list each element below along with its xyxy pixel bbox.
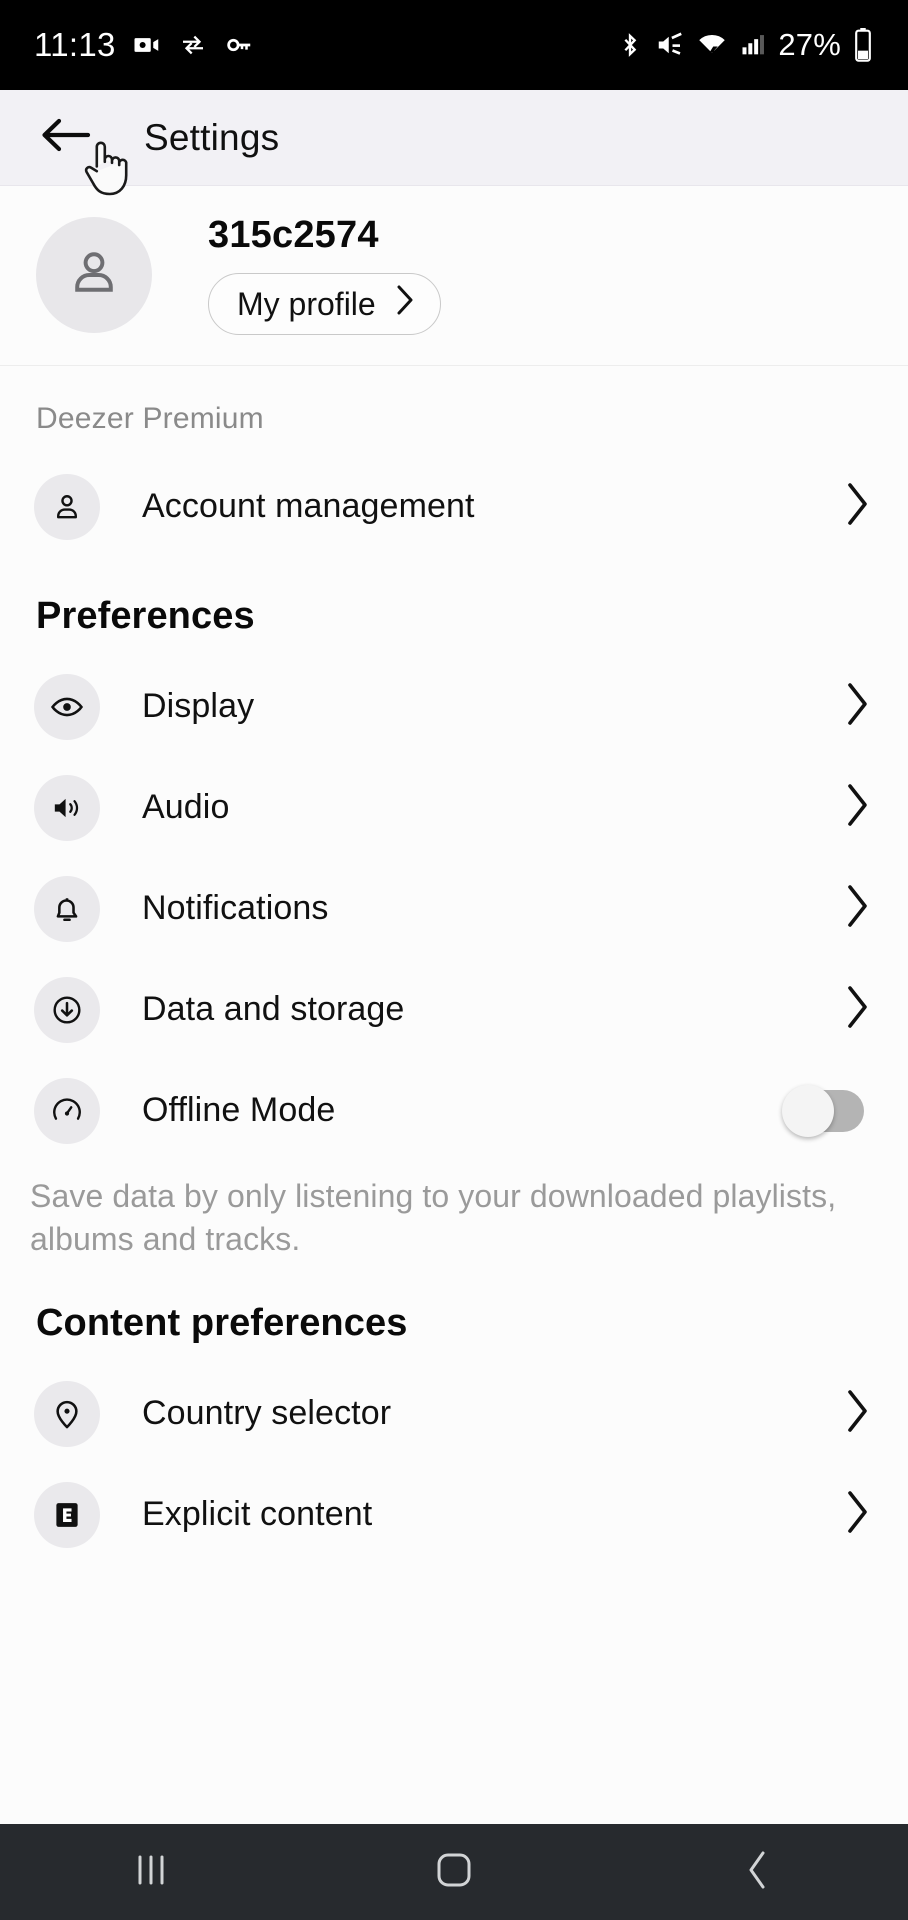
back-icon [742, 1848, 772, 1897]
row-control [842, 882, 878, 935]
bluetooth-icon [616, 30, 644, 60]
row-country-selector[interactable]: Country selector [0, 1363, 908, 1464]
status-bar-left: 11:13 [34, 26, 254, 64]
recents-button[interactable] [91, 1824, 211, 1920]
battery-icon [852, 28, 874, 62]
explicit-badge-icon [34, 1481, 100, 1548]
mute-icon [655, 30, 685, 60]
status-bar: 11:13 27% [0, 0, 908, 90]
section-heading-content-preferences: Content preferences [36, 1302, 408, 1345]
my-profile-button[interactable]: My profile [208, 273, 441, 335]
row-control [842, 1488, 878, 1541]
profile-text-block: 315c2574 My profile [208, 214, 441, 335]
row-offline-mode[interactable]: Offline Mode [0, 1060, 908, 1161]
my-profile-label: My profile [237, 285, 376, 322]
location-pin-icon [34, 1380, 100, 1447]
back-button-nav[interactable] [697, 1824, 817, 1920]
toggle-knob [782, 1084, 834, 1137]
chevron-right-icon[interactable] [842, 480, 878, 533]
eye-icon [34, 673, 100, 740]
chevron-right-icon[interactable] [842, 781, 878, 834]
app-screen: 11:13 27% Settings 315c2574 My profile D… [0, 0, 908, 1920]
status-time: 11:13 [34, 26, 116, 63]
download-icon [34, 976, 100, 1043]
offline-mode-toggle[interactable] [782, 1084, 864, 1137]
row-label: Offline Mode [142, 1091, 336, 1129]
profile-header: 315c2574 My profile [0, 186, 908, 366]
row-control [842, 983, 878, 1036]
row-label: Display [142, 687, 255, 725]
row-label: Explicit content [142, 1495, 373, 1534]
chevron-right-icon[interactable] [842, 983, 878, 1036]
back-button[interactable] [36, 108, 96, 168]
chevron-right-icon[interactable] [842, 1387, 878, 1440]
home-icon [433, 1849, 475, 1896]
plan-label: Deezer Premium [36, 402, 264, 435]
app-bar: Settings [0, 90, 908, 186]
arrow-left-icon [38, 114, 94, 161]
row-label: Account management [142, 487, 475, 525]
row-control [842, 1387, 878, 1440]
recents-icon [134, 1850, 168, 1895]
android-nav-bar [0, 1824, 908, 1920]
key-icon [224, 30, 254, 60]
speaker-icon [34, 774, 100, 841]
status-bar-right: 27% [616, 27, 874, 63]
chevron-right-icon[interactable] [842, 680, 878, 733]
row-control [842, 480, 878, 533]
person-avatar-icon [66, 244, 122, 305]
page-title: Settings [144, 116, 280, 158]
cellular-signal-icon [739, 30, 767, 60]
username: 315c2574 [208, 214, 379, 256]
row-control [842, 680, 878, 733]
offline-gauge-icon [34, 1077, 100, 1144]
row-label: Audio [142, 788, 230, 826]
row-label: Data and storage [142, 990, 405, 1028]
sync-transfer-icon [178, 30, 208, 60]
row-explicit-content[interactable]: Explicit content [0, 1464, 908, 1565]
row-label: Country selector [142, 1394, 392, 1433]
chevron-right-icon[interactable] [842, 1488, 878, 1541]
row-control [842, 781, 878, 834]
chevron-right-icon [394, 283, 416, 325]
wifi-icon [696, 30, 728, 60]
chevron-right-icon[interactable] [842, 882, 878, 935]
video-camera-icon [132, 30, 162, 60]
row-control [782, 1084, 878, 1137]
person-icon [34, 473, 100, 540]
home-button[interactable] [394, 1824, 514, 1920]
offline-mode-helper-text: Save data by only listening to your down… [30, 1178, 837, 1257]
avatar[interactable] [36, 216, 152, 333]
row-notifications[interactable]: Notifications [0, 858, 908, 959]
row-audio[interactable]: Audio [0, 757, 908, 858]
row-account-management[interactable]: Account management [0, 456, 908, 557]
section-heading-preferences: Preferences [36, 595, 255, 637]
row-display[interactable]: Display [0, 656, 908, 757]
row-data-and-storage[interactable]: Data and storage [0, 959, 908, 1060]
battery-percent: 27% [778, 27, 841, 62]
row-label: Notifications [142, 889, 329, 927]
bell-icon [34, 875, 100, 942]
settings-content: Deezer Premium Account management Prefer… [0, 366, 908, 1824]
